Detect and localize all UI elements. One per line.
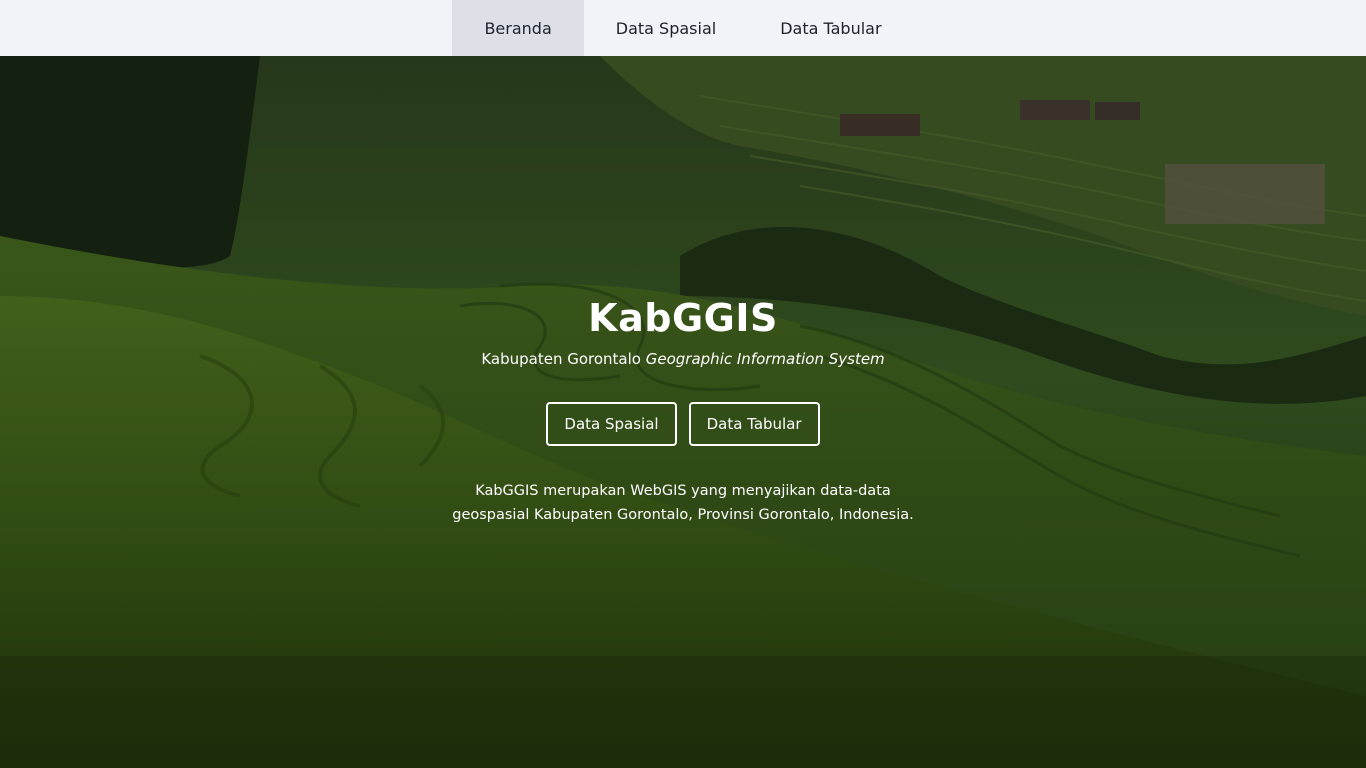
hero-subtitle: Kabupaten Gorontalo Geographic Informati… — [0, 350, 1366, 368]
hero-button-group: Data Spasial Data Tabular — [0, 402, 1366, 446]
hero-title: KabGGIS — [588, 296, 778, 340]
nav-item-data-spasial[interactable]: Data Spasial — [584, 0, 748, 56]
hero-description: KabGGIS merupakan WebGIS yang menyajikan… — [0, 479, 1366, 527]
hero-subtitle-plain: Kabupaten Gorontalo — [481, 350, 641, 368]
nav-menu: Beranda Data Spasial Data Tabular — [452, 0, 913, 56]
data-tabular-button[interactable]: Data Tabular — [688, 402, 820, 446]
hero-description-line2: geospasial Kabupaten Gorontalo, Provinsi… — [452, 507, 914, 523]
hero-section: KabGGIS Kabupaten Gorontalo Geographic I… — [0, 56, 1366, 768]
top-navbar: Beranda Data Spasial Data Tabular — [0, 0, 1366, 56]
data-spasial-button[interactable]: Data Spasial — [546, 402, 677, 446]
hero-content: KabGGIS Kabupaten Gorontalo Geographic I… — [0, 56, 1366, 768]
hero-subtitle-italic: Geographic Information System — [645, 350, 885, 368]
nav-item-beranda[interactable]: Beranda — [452, 0, 584, 56]
hero-description-line1: KabGGIS merupakan WebGIS yang menyajikan… — [475, 483, 891, 499]
nav-item-data-tabular[interactable]: Data Tabular — [748, 0, 913, 56]
